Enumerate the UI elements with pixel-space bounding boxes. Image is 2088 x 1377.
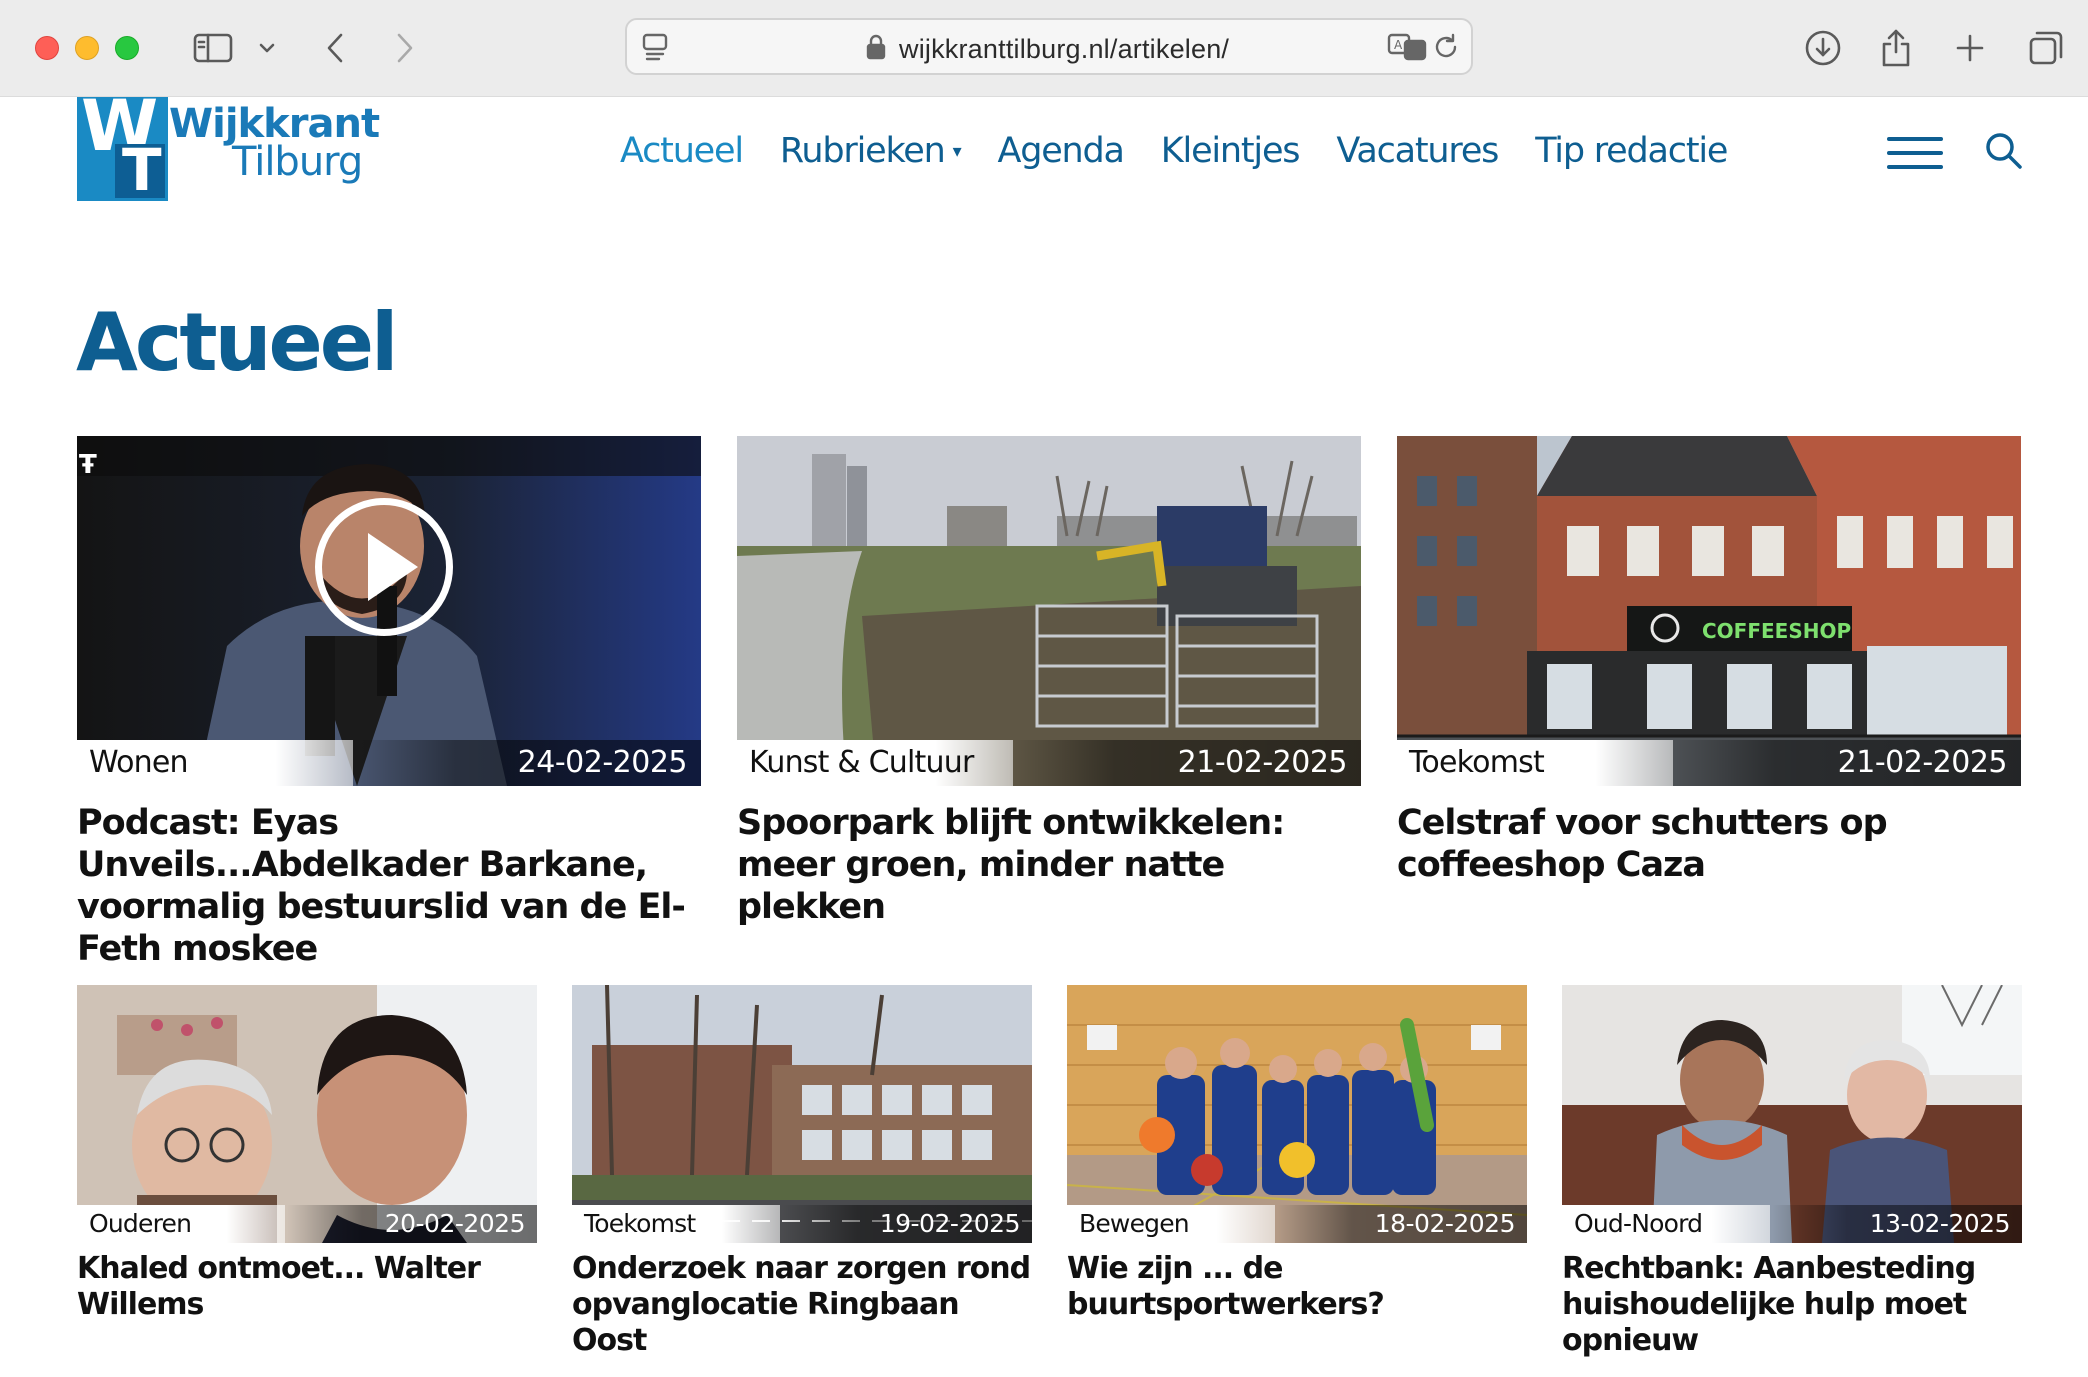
svg-text:A: A	[1394, 38, 1403, 52]
watermark-logo: Ŧ	[79, 450, 97, 480]
page-title: Actueel	[76, 296, 398, 389]
category-label[interactable]: Ouderen	[77, 1205, 285, 1243]
nav-item-actueel[interactable]: Actueel	[620, 131, 744, 171]
article-title[interactable]: Celstraf voor schutters op coffeeshop Ca…	[1397, 802, 2021, 886]
forward-arrow-icon[interactable]	[385, 24, 425, 72]
page-menu-icon[interactable]	[641, 32, 669, 67]
article-thumbnail[interactable]: Ŧ Wonen 24-02-2025	[77, 436, 701, 786]
article-thumbnail[interactable]: Bewegen 18-02-2025	[1067, 985, 1527, 1243]
coffeeshop-sign-text: COFFEESHOP	[1702, 619, 1851, 643]
article-thumbnail[interactable]: Oud-Noord 13-02-2025	[1562, 985, 2022, 1243]
date-label: 13-02-2025	[1772, 1205, 2022, 1243]
zoom-window-button[interactable]	[115, 36, 139, 60]
date-label: 20-02-2025	[287, 1205, 537, 1243]
minimize-window-button[interactable]	[75, 36, 99, 60]
chevron-down-icon[interactable]	[252, 24, 282, 72]
date-label: 18-02-2025	[1277, 1205, 1527, 1243]
category-label[interactable]: Bewegen	[1067, 1205, 1275, 1243]
article-card[interactable]: Toekomst 19-02-2025 Onderzoek naar zorge…	[572, 985, 1032, 1358]
article-thumbnail[interactable]: Kunst & Cultuur 21-02-2025	[737, 436, 1361, 786]
site-logo[interactable]: W T Wijkkrant Tilburg	[77, 97, 380, 201]
date-label: 19-02-2025	[782, 1205, 1032, 1243]
article-title[interactable]: Rechtbank: Aanbesteding huishoudelijke h…	[1562, 1251, 2022, 1359]
article-card[interactable]: COFFEESHOP Toekomst 21-02-2025 Celstraf …	[1397, 436, 2021, 936]
lock-icon	[865, 33, 887, 66]
nav-item-vacatures[interactable]: Vacatures	[1336, 131, 1499, 171]
back-arrow-icon[interactable]	[315, 24, 355, 72]
nav-item-label: Rubrieken	[779, 131, 946, 171]
article-title[interactable]: Khaled ontmoet... Walter Willems	[77, 1251, 537, 1323]
date-label: 24-02-2025	[349, 740, 701, 786]
nav-item-rubrieken[interactable]: Rubrieken ▾	[779, 131, 962, 171]
article-card[interactable]: Oud-Noord 13-02-2025 Rechtbank: Aanbeste…	[1562, 985, 2022, 1358]
date-label: 21-02-2025	[1669, 740, 2021, 786]
hamburger-menu-icon[interactable]	[1887, 137, 1943, 169]
article-card[interactable]: Kunst & Cultuur 21-02-2025 Spoorpark bli…	[737, 436, 1361, 936]
category-label[interactable]: Oud-Noord	[1562, 1205, 1770, 1243]
article-thumbnail[interactable]: COFFEESHOP Toekomst 21-02-2025	[1397, 436, 2021, 786]
play-icon[interactable]	[315, 498, 453, 636]
logo-mark: W T	[77, 97, 168, 201]
share-icon[interactable]	[1876, 24, 1916, 72]
category-label[interactable]: Kunst & Cultuur	[737, 740, 1013, 786]
article-title[interactable]: Wie zijn ... de buurtsportwerkers?	[1067, 1251, 1527, 1323]
article-title[interactable]: Spoorpark blijft ontwikkelen: meer groen…	[737, 802, 1361, 928]
article-thumbnail[interactable]: Toekomst 19-02-2025	[572, 985, 1032, 1243]
reload-icon[interactable]	[1431, 32, 1461, 67]
sidebar-toggle-icon[interactable]	[190, 24, 236, 72]
article-thumbnail[interactable]: Ouderen 20-02-2025	[77, 985, 537, 1243]
address-bar[interactable]: wijkkranttilburg.nl/artikelen/ A	[625, 18, 1473, 75]
article-card[interactable]: Ouderen 20-02-2025 Khaled ontmoet... Wal…	[77, 985, 537, 1335]
logo-word-tilburg: Tilburg	[232, 139, 363, 185]
category-label[interactable]: Toekomst	[1397, 740, 1673, 786]
nav-item-agenda[interactable]: Agenda	[997, 131, 1125, 171]
url-text: wijkkranttilburg.nl/artikelen/	[899, 34, 1230, 64]
browser-toolbar: wijkkranttilburg.nl/artikelen/ A	[0, 0, 2088, 97]
category-label[interactable]: Wonen	[77, 740, 353, 786]
nav-item-kleintjes[interactable]: Kleintjes	[1161, 131, 1301, 171]
main-nav: Actueel Rubrieken ▾ Agenda Kleintjes Vac…	[620, 127, 1764, 175]
date-label: 21-02-2025	[1009, 740, 1361, 786]
tab-overview-icon[interactable]	[2024, 24, 2068, 72]
nav-item-tip-redactie[interactable]: Tip redactie	[1535, 131, 1728, 171]
dropdown-caret-icon: ▾	[952, 140, 962, 162]
close-window-button[interactable]	[35, 36, 59, 60]
article-card[interactable]: Bewegen 18-02-2025 Wie zijn ... de buurt…	[1067, 985, 1527, 1335]
translate-icon[interactable]: A	[1387, 32, 1427, 67]
new-tab-icon[interactable]	[1950, 24, 1990, 72]
article-card[interactable]: Ŧ Wonen 24-02-2025 Podcast: Eyas Unveils…	[77, 436, 701, 969]
download-icon[interactable]	[1800, 24, 1846, 72]
logo-mark-t: T	[122, 136, 162, 201]
article-title[interactable]: Podcast: Eyas Unveils...Abdelkader Barka…	[77, 802, 701, 970]
article-title[interactable]: Onderzoek naar zorgen rond opvanglocatie…	[572, 1251, 1032, 1359]
category-label[interactable]: Toekomst	[572, 1205, 780, 1243]
search-icon[interactable]	[1984, 131, 2024, 171]
